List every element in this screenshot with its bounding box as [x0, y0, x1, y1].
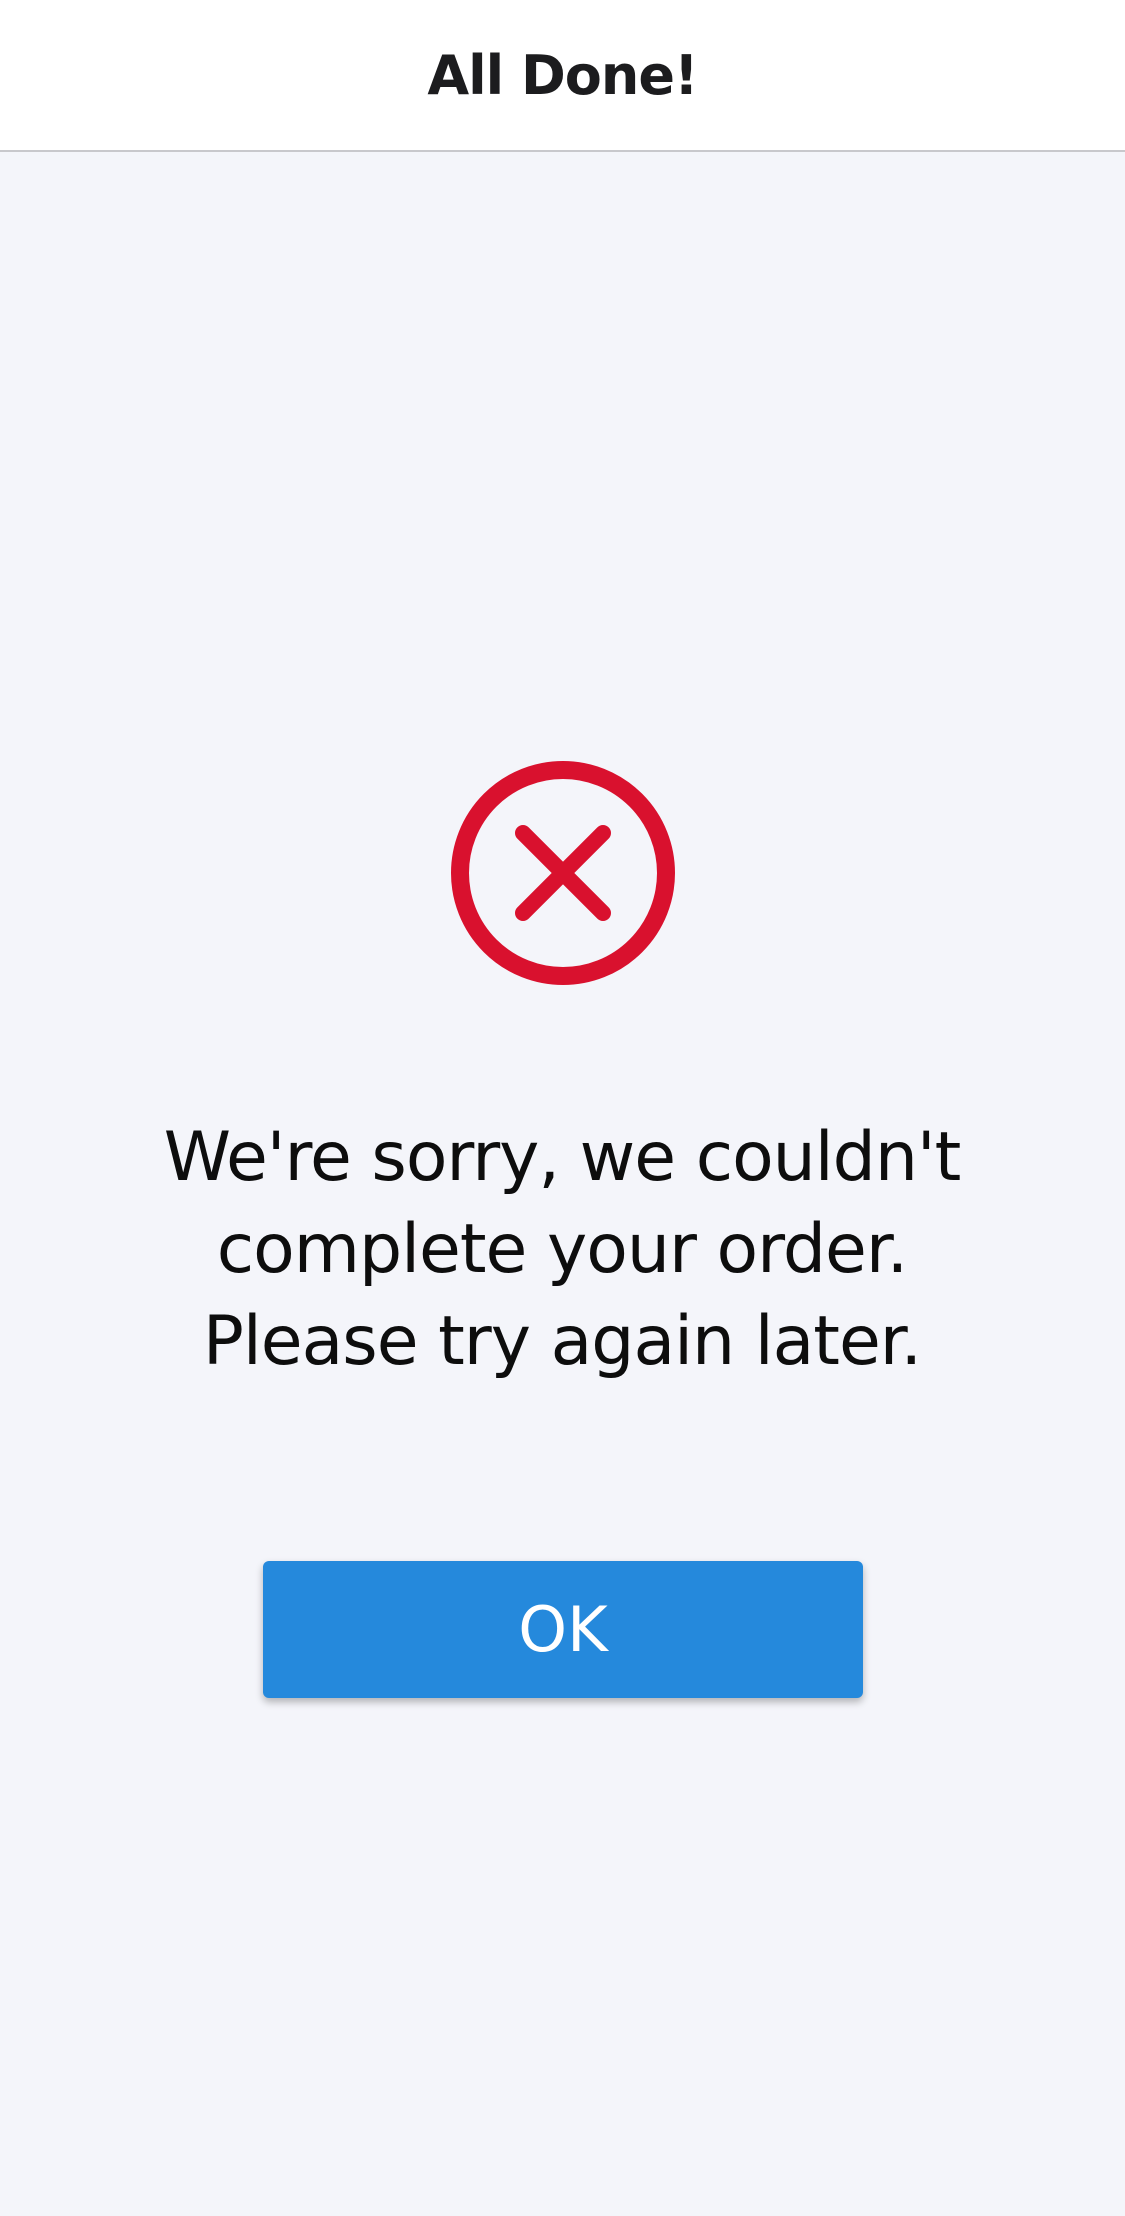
error-x-circle-icon [451, 761, 675, 985]
error-message-line: complete your order. [216, 1210, 908, 1289]
error-message-line: Please try again later. [202, 1302, 922, 1381]
page-title: All Done! [427, 43, 698, 107]
ok-button[interactable]: OK [263, 1561, 863, 1698]
header-bar: All Done! [0, 0, 1125, 152]
error-message: We're sorry, we couldn't complete your o… [112, 1112, 1012, 1388]
error-message-line: We're sorry, we couldn't [163, 1118, 962, 1197]
